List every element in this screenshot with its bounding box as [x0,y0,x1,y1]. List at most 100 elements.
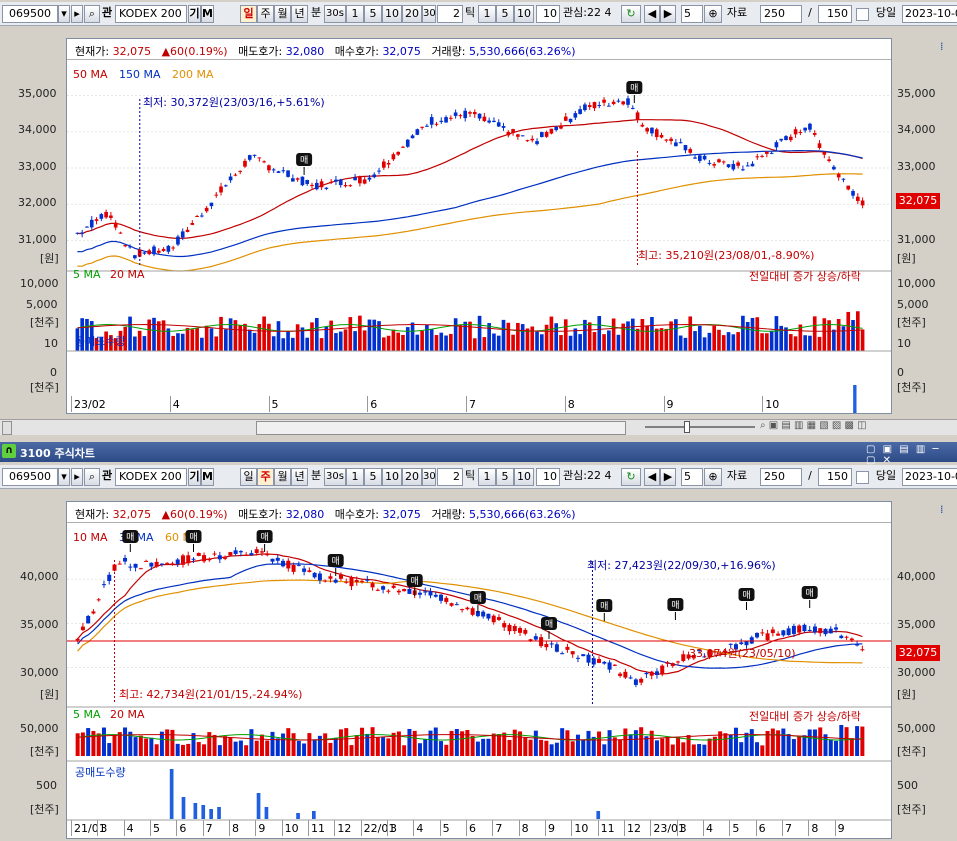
stock-name[interactable]: KODEX 200 [115,5,187,23]
gi-button[interactable]: 기 [188,5,201,23]
gi-button-2[interactable]: 기 [188,468,201,486]
candle-body [319,181,324,188]
chart-window-icon[interactable]: ∩ [2,444,16,458]
volume-bar [233,741,238,756]
play-icon[interactable]: ▸ [71,5,83,23]
period-minute[interactable]: 분 [309,5,323,23]
stock-name-2[interactable]: KODEX 200 [115,468,187,486]
scroll-left-icon[interactable] [2,421,12,435]
period-day-2[interactable]: 일 [240,468,257,486]
min-10[interactable]: 10 [382,5,402,23]
zoom-slider-thumb[interactable] [684,421,690,433]
tick-10[interactable]: 10 [514,5,534,23]
zoom-icon[interactable]: ⊕ [704,5,722,23]
data-label: 자료 [726,6,748,19]
zoom-icon[interactable]: ⊕ [704,468,722,486]
zoom-slider-track[interactable] [645,426,755,428]
tick-10-2[interactable]: 10 [514,468,534,486]
search-icon[interactable]: ⌕ [84,468,100,486]
tick-5[interactable]: 5 [496,5,514,23]
candle-body [171,247,175,249]
candle-body [791,625,796,634]
toolbar-icons[interactable]: ⌕ ▣ ▤ ▥ ▦ ▧ ▨ ▩ ◫ [760,420,867,431]
period-month-2[interactable]: 월 [274,468,291,486]
candle-body [688,149,693,153]
min-20[interactable]: 20 [402,5,422,23]
next-icon[interactable]: ▶ [660,5,676,23]
gwan-label-2[interactable]: 관 [100,468,114,486]
min-5[interactable]: 5 [364,5,382,23]
candle-body [307,570,312,572]
min-20-2[interactable]: 20 [402,468,422,486]
refresh-icon[interactable]: ↻ [621,5,641,23]
search-icon[interactable]: ⌕ [84,5,100,23]
step-input-2[interactable]: 5 [681,468,703,486]
min-30-2[interactable]: 30 [422,468,436,486]
price-info-2: 현재가: 32,075 ▲60(0.19%) 매도호가: 32,080 매수호가… [75,508,576,521]
watch-label-2[interactable]: 관심:22 4 [563,468,619,486]
candle-body [834,627,839,630]
tick-input-2[interactable]: 10 [536,468,560,486]
period-week[interactable]: 주 [257,5,274,23]
period-year-2[interactable]: 년 [291,468,308,486]
stick-b-r: 500 [897,779,918,792]
volume-bar [176,333,180,351]
m-button-2[interactable]: M [201,468,214,486]
min-5-2[interactable]: 5 [364,468,382,486]
volume-bar [475,741,480,756]
prev-icon[interactable]: ◀ [644,468,660,486]
next-icon[interactable]: ▶ [660,468,676,486]
dropdown-arrow-icon[interactable]: ▾ [58,5,70,23]
today-checkbox[interactable] [856,8,869,21]
volume-bar [170,729,175,756]
candle-body [506,131,511,136]
tick-input[interactable]: 10 [536,5,560,23]
total-input[interactable]: 150 [818,5,852,23]
step-input[interactable]: 5 [681,5,703,23]
window-controls[interactable]: ▢ ▣ ▤ ▥ ─ ▢ ✕ [866,444,957,466]
candle-body [712,164,717,166]
today-checkbox-2[interactable] [856,471,869,484]
panel-menu-icon-2[interactable]: ⁞ [940,503,944,516]
min-30[interactable]: 30 [422,5,436,23]
period-30s-2[interactable]: 30s [324,468,346,486]
top-scroll-thumb[interactable] [256,421,626,435]
period-year[interactable]: 년 [291,5,308,23]
tick-1[interactable]: 1 [478,5,496,23]
tick-1-2[interactable]: 1 [478,468,496,486]
x-tick-label: 6 [758,822,766,835]
min-1-2[interactable]: 1 [346,468,364,486]
date-input-2[interactable]: 2023-10-0 [902,468,957,486]
date-input[interactable]: 2023-10-0 [902,5,957,23]
period-minute-2[interactable]: 분 [309,468,323,486]
prev-icon[interactable]: ◀ [644,5,660,23]
period-month[interactable]: 월 [274,5,291,23]
data-count-select[interactable]: 250 [760,5,802,23]
candle-body [433,594,438,597]
tick-value-2[interactable]: 2 [437,468,463,486]
min-1[interactable]: 1 [346,5,364,23]
data-count-select-2[interactable]: 250 [760,468,802,486]
period-week-2[interactable]: 주 [257,468,274,486]
min-10-2[interactable]: 10 [382,468,402,486]
top-price-chart[interactable]: 매매 [67,61,891,413]
code-input-2[interactable]: 069500 [2,468,58,486]
dropdown-arrow-icon[interactable]: ▾ [58,468,70,486]
tick-value[interactable]: 2 [437,5,463,23]
panel-menu-icon[interactable]: ⁞ [940,40,944,53]
m-button[interactable]: M [201,5,214,23]
play-icon[interactable]: ▸ [71,468,83,486]
candle-body [822,151,827,155]
volume-bar [214,336,219,351]
candle-body [281,170,286,172]
period-30s[interactable]: 30s [324,5,346,23]
watch-label[interactable]: 관심:22 4 [563,5,619,23]
period-day[interactable]: 일 [240,5,257,23]
total-input-2[interactable]: 150 [818,468,852,486]
gwan-label[interactable]: 관 [100,5,114,23]
candle-body [468,112,472,114]
bottom-vol-legend: 5 MA 20 MA [73,708,145,721]
code-input[interactable]: 069500 [2,5,58,23]
refresh-icon[interactable]: ↻ [621,468,641,486]
tick-5-2[interactable]: 5 [496,468,514,486]
